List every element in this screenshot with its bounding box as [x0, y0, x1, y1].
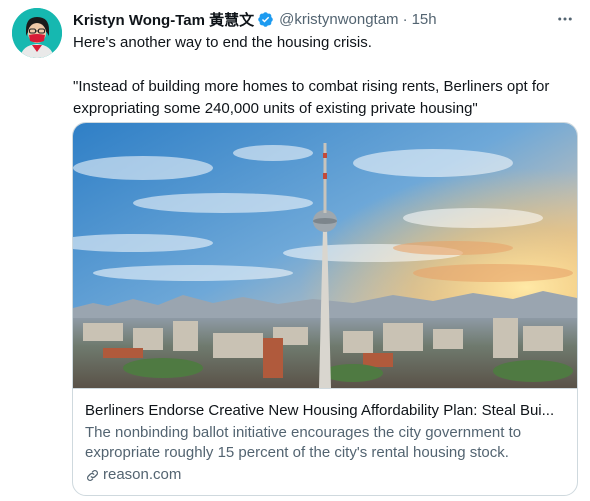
user-handle[interactable]: @kristynwongtam	[279, 11, 398, 28]
tweet-header: Kristyn Wong-Tam 黃慧文 @kristynwongtam · 1…	[73, 8, 576, 30]
link-card[interactable]: Berliners Endorse Creative New Housing A…	[72, 122, 578, 496]
separator-dot: ·	[402, 10, 408, 28]
link-icon	[85, 468, 100, 483]
card-title[interactable]: Berliners Endorse Creative New Housing A…	[85, 401, 565, 421]
avatar-image	[12, 8, 62, 58]
tweet-text-line: Here's another way to end the housing cr…	[73, 34, 372, 51]
card-domain-text: reason.com	[103, 466, 182, 483]
verified-badge-icon	[257, 11, 274, 28]
tweet[interactable]: Kristyn Wong-Tam 黃慧文 @kristynwongtam · 1…	[0, 0, 590, 501]
card-body: Berliners Endorse Creative New Housing A…	[73, 388, 577, 495]
tweet-text: Here's another way to end the housing cr…	[73, 32, 578, 120]
card-image-berlin-skyline	[73, 123, 577, 388]
timestamp[interactable]: 15h	[412, 11, 437, 28]
more-options-icon[interactable]	[554, 9, 576, 29]
avatar[interactable]	[12, 8, 62, 58]
display-name[interactable]: Kristyn Wong-Tam 黃慧文	[73, 9, 254, 30]
card-domain[interactable]: reason.com	[85, 465, 565, 485]
tweet-quote-text: "Instead of building more homes to comba…	[73, 78, 550, 117]
card-description: The nonbinding ballot initiative encoura…	[85, 424, 522, 461]
